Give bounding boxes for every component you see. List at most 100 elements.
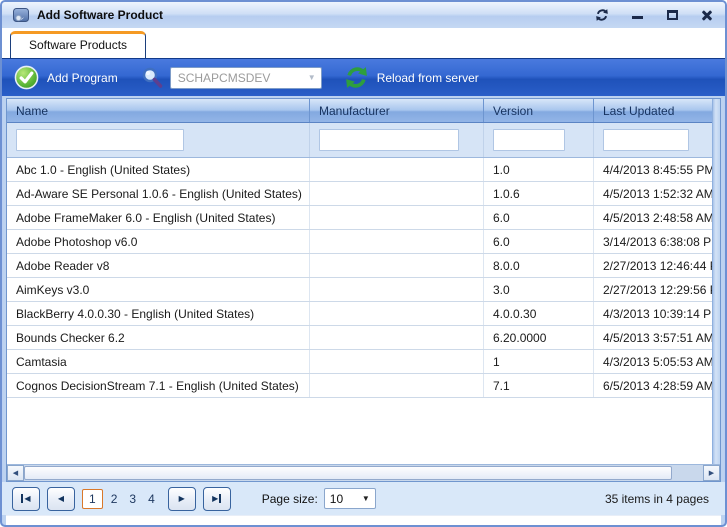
grid-cell-name[interactable]: BlackBerry 4.0.0.30 - English (United St… bbox=[7, 302, 310, 325]
filter-input-manufacturer[interactable] bbox=[319, 129, 459, 151]
search-icon bbox=[140, 66, 164, 90]
pager-page-2[interactable]: 2 bbox=[105, 490, 124, 508]
filter-cell-version bbox=[484, 123, 594, 157]
grid-cell-name[interactable]: Adobe Photoshop v6.0 bbox=[7, 230, 310, 253]
minimize-button[interactable] bbox=[629, 8, 645, 22]
table-row[interactable]: BlackBerry 4.0.0.30 - English (United St… bbox=[7, 302, 720, 326]
grid-cell-last_updated[interactable]: 4/3/2013 5:05:53 AM bbox=[594, 350, 712, 373]
reload-button[interactable]: Reload from server bbox=[344, 65, 479, 90]
tab-software-products[interactable]: Software Products bbox=[10, 31, 146, 58]
table-row[interactable]: AimKeys v3.0 3.02/27/2013 12:29:56 PM bbox=[7, 278, 720, 302]
grid-cell-manufacturer[interactable] bbox=[310, 326, 484, 349]
pager-page-1[interactable]: 1 bbox=[82, 489, 103, 509]
grid-cell-manufacturer[interactable] bbox=[310, 278, 484, 301]
column-header-manufacturer[interactable]: Manufacturer bbox=[310, 99, 484, 122]
column-header-name[interactable]: Name bbox=[7, 99, 310, 122]
server-combobox[interactable]: SCHAPCMSDEV ▼ bbox=[170, 67, 322, 89]
grid-cell-version[interactable]: 3.0 bbox=[484, 278, 594, 301]
prev-page-icon: ◀ bbox=[58, 494, 64, 503]
grid-cell-last_updated[interactable]: 2/27/2013 12:29:56 PM bbox=[594, 278, 712, 301]
first-page-button[interactable]: ◀ bbox=[12, 487, 40, 511]
filter-input-name[interactable] bbox=[16, 129, 184, 151]
window-controls bbox=[594, 8, 715, 22]
grid-cell-name[interactable]: Cognos DecisionStream 7.1 - English (Uni… bbox=[7, 374, 310, 397]
horizontal-scroll-thumb[interactable] bbox=[24, 466, 672, 480]
grid-cell-version[interactable]: 6.0 bbox=[484, 230, 594, 253]
filter-input-version[interactable] bbox=[493, 129, 565, 151]
grid-cell-version[interactable]: 1 bbox=[484, 350, 594, 373]
scroll-right-icon[interactable]: ▶ bbox=[703, 465, 720, 481]
titlebar[interactable]: Add Software Product bbox=[2, 2, 725, 28]
grid-cell-name[interactable]: Ad-Aware SE Personal 1.0.6 - English (Un… bbox=[7, 182, 310, 205]
grid-cell-last_updated[interactable]: 4/5/2013 1:52:32 AM bbox=[594, 182, 712, 205]
column-header-last-updated[interactable]: Last Updated bbox=[594, 99, 712, 122]
grid-cell-version[interactable]: 6.0 bbox=[484, 206, 594, 229]
grid-cell-name[interactable]: Bounds Checker 6.2 bbox=[7, 326, 310, 349]
grid-cell-version[interactable]: 6.20.0000 bbox=[484, 326, 594, 349]
reload-icon bbox=[344, 65, 369, 90]
grid-cell-version[interactable]: 1.0.6 bbox=[484, 182, 594, 205]
grid-cell-last_updated[interactable]: 4/5/2013 2:48:58 AM bbox=[594, 206, 712, 229]
first-page-arrow-icon: ◀ bbox=[24, 494, 30, 503]
grid-cell-manufacturer[interactable] bbox=[310, 206, 484, 229]
grid-cell-name[interactable]: AimKeys v3.0 bbox=[7, 278, 310, 301]
table-row[interactable]: Abc 1.0 - English (United States) 1.04/4/… bbox=[7, 158, 720, 182]
table-row[interactable]: Bounds Checker 6.2 6.20.00004/5/2013 3:57… bbox=[7, 326, 720, 350]
table-row[interactable]: Adobe FrameMaker 6.0 - English (United S… bbox=[7, 206, 720, 230]
scroll-track[interactable] bbox=[672, 465, 703, 481]
server-combobox-value: SCHAPCMSDEV bbox=[178, 71, 308, 85]
page-size-combobox[interactable]: 10 ▼ bbox=[324, 488, 376, 509]
page-number-list: 1234 bbox=[82, 489, 161, 509]
grid-cell-last_updated[interactable]: 4/5/2013 3:57:51 AM bbox=[594, 326, 712, 349]
pager-page-4[interactable]: 4 bbox=[142, 490, 161, 508]
grid-cell-name[interactable]: Camtasia bbox=[7, 350, 310, 373]
grid-cell-manufacturer[interactable] bbox=[310, 374, 484, 397]
grid-cell-version[interactable]: 8.0.0 bbox=[484, 254, 594, 277]
table-row[interactable]: Adobe Photoshop v6.0 6.03/14/2013 6:38:08… bbox=[7, 230, 720, 254]
grid-cell-name[interactable]: Abc 1.0 - English (United States) bbox=[7, 158, 310, 181]
grid-cell-manufacturer[interactable] bbox=[310, 230, 484, 253]
page-size-value: 10 bbox=[330, 492, 362, 506]
tab-strip: Software Products bbox=[2, 28, 725, 58]
add-program-check-icon bbox=[14, 65, 39, 90]
grid-cell-last_updated[interactable]: 6/5/2013 4:28:59 AM bbox=[594, 374, 712, 397]
maximize-button[interactable] bbox=[664, 8, 680, 22]
grid-cell-manufacturer[interactable] bbox=[310, 158, 484, 181]
toolbar: Add Program SCHAPCMSDEV ▼ Reload bbox=[2, 58, 725, 96]
grid-cell-last_updated[interactable]: 4/4/2013 8:45:55 PM bbox=[594, 158, 712, 181]
next-page-button[interactable]: ▶ bbox=[168, 487, 196, 511]
grid-empty-area bbox=[7, 398, 720, 464]
scroll-left-icon[interactable]: ◀ bbox=[7, 465, 24, 481]
page-size-label: Page size: bbox=[262, 492, 318, 506]
grid-cell-version[interactable]: 7.1 bbox=[484, 374, 594, 397]
filter-input-last-updated[interactable] bbox=[603, 129, 689, 151]
grid-cell-manufacturer[interactable] bbox=[310, 302, 484, 325]
table-row[interactable]: Camtasia 14/3/2013 5:05:53 AM bbox=[7, 350, 720, 374]
grid-cell-version[interactable]: 4.0.0.30 bbox=[484, 302, 594, 325]
grid-cell-manufacturer[interactable] bbox=[310, 350, 484, 373]
vertical-scrollbar[interactable] bbox=[712, 99, 720, 464]
prev-page-button[interactable]: ◀ bbox=[47, 487, 75, 511]
grid-cell-name[interactable]: Adobe FrameMaker 6.0 - English (United S… bbox=[7, 206, 310, 229]
close-button[interactable] bbox=[699, 8, 715, 22]
grid-cell-last_updated[interactable]: 3/14/2013 6:38:08 PM bbox=[594, 230, 712, 253]
next-page-icon: ▶ bbox=[179, 494, 185, 503]
table-row[interactable]: Ad-Aware SE Personal 1.0.6 - English (Un… bbox=[7, 182, 720, 206]
pager-page-3[interactable]: 3 bbox=[123, 490, 142, 508]
grid-cell-version[interactable]: 1.0 bbox=[484, 158, 594, 181]
table-row[interactable]: Cognos DecisionStream 7.1 - English (Uni… bbox=[7, 374, 720, 398]
horizontal-scrollbar[interactable]: ◀ ▶ bbox=[7, 464, 720, 481]
grid-cell-last_updated[interactable]: 2/27/2013 12:46:44 PM bbox=[594, 254, 712, 277]
software-grid: Name Manufacturer Version Last Updated A… bbox=[6, 98, 721, 482]
grid-cell-manufacturer[interactable] bbox=[310, 254, 484, 277]
sync-icon[interactable] bbox=[594, 8, 610, 22]
grid-cell-last_updated[interactable]: 4/3/2013 10:39:14 PM bbox=[594, 302, 712, 325]
window-title: Add Software Product bbox=[37, 8, 163, 22]
filter-cell-name bbox=[7, 123, 310, 157]
add-program-button[interactable]: Add Program bbox=[14, 65, 118, 90]
last-page-button[interactable]: ▶ bbox=[203, 487, 231, 511]
grid-cell-name[interactable]: Adobe Reader v8 bbox=[7, 254, 310, 277]
table-row[interactable]: Adobe Reader v8 8.0.02/27/2013 12:46:44 P… bbox=[7, 254, 720, 278]
column-header-version[interactable]: Version bbox=[484, 99, 594, 122]
grid-cell-manufacturer[interactable] bbox=[310, 182, 484, 205]
